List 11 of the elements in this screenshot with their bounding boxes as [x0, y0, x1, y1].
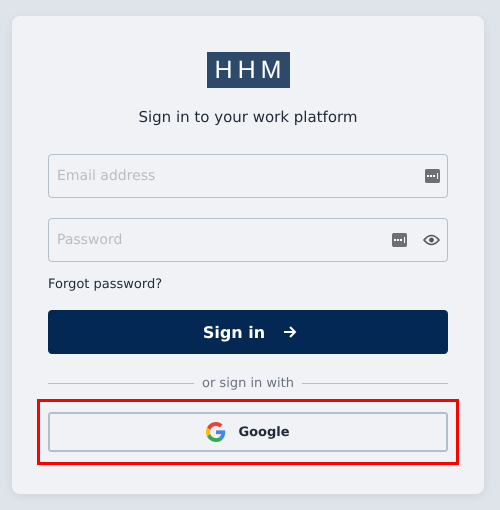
page-title: Sign in to your work platform: [138, 108, 358, 126]
sign-in-button[interactable]: Sign in: [48, 310, 448, 354]
password-manager-icon[interactable]: [392, 233, 407, 247]
logo: HHM: [206, 52, 290, 88]
arrow-right-icon: [283, 326, 298, 338]
eye-icon[interactable]: [423, 234, 440, 246]
divider-text: or sign in with: [202, 376, 294, 391]
forgot-password-link[interactable]: Forgot password?: [48, 277, 162, 292]
google-logo-icon: [206, 422, 226, 442]
password-manager-icon[interactable]: [425, 169, 440, 183]
google-sign-in-button[interactable]: Google: [48, 412, 448, 452]
